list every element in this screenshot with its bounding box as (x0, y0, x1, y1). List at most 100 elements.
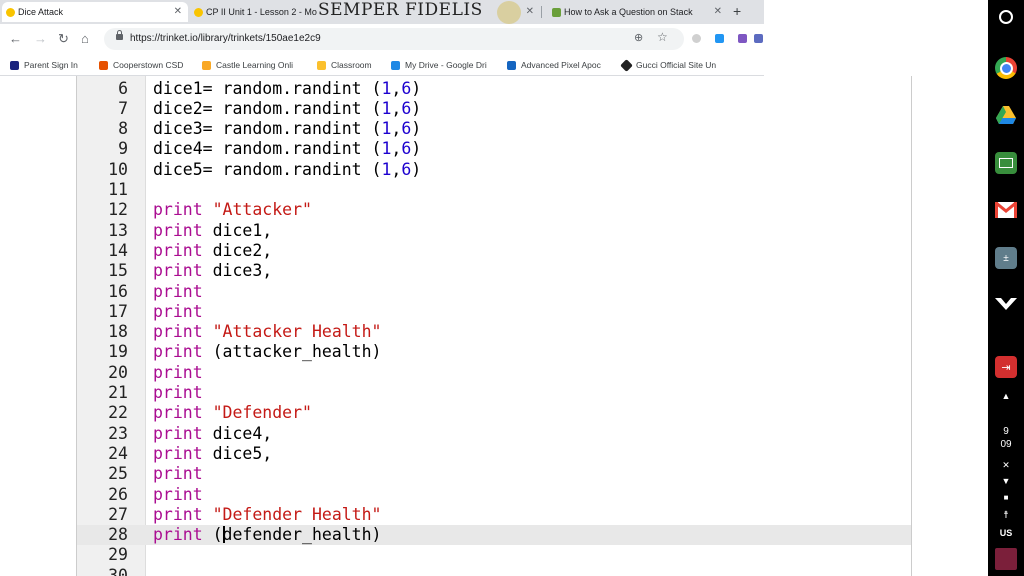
code-text[interactable]: dice1= random.randint (1,6) (153, 79, 421, 99)
code-text[interactable]: print dice3, (153, 261, 272, 281)
battery-icon[interactable]: ■ (988, 493, 1024, 502)
code-token: ) (411, 98, 422, 118)
code-line[interactable]: 7 dice2= random.randint (1,6) (77, 99, 911, 119)
gmail-icon[interactable] (995, 199, 1017, 221)
keyword-token: print (153, 362, 203, 382)
code-line[interactable]: 22 print "Defender" (77, 403, 911, 423)
code-text[interactable]: print (153, 383, 203, 403)
extension-icon[interactable] (754, 34, 763, 43)
code-text[interactable]: print "Defender Health" (153, 505, 382, 525)
code-line[interactable]: 30 (77, 566, 911, 576)
code-text[interactable]: dice4= random.randint (1,6) (153, 139, 421, 159)
code-text[interactable]: print dice1, (153, 221, 272, 241)
code-line[interactable]: 25 print (77, 464, 911, 484)
zoom-icon[interactable]: ⊕ (634, 31, 643, 44)
launcher-icon[interactable] (999, 10, 1013, 24)
number-token: 6 (401, 159, 412, 179)
bookmark-cooperstown[interactable]: Cooperstown CSD (99, 58, 183, 72)
bookmark-star-icon[interactable]: ☆ (657, 30, 668, 44)
drive-icon (391, 60, 400, 70)
code-line[interactable]: 27 print "Defender Health" (77, 505, 911, 525)
code-text[interactable]: dice2= random.randint (1,6) (153, 99, 421, 119)
bookmark-parent-sign-in[interactable]: Parent Sign In (10, 58, 78, 72)
code-text[interactable]: print (153, 485, 203, 505)
reload-icon[interactable]: ↻ (58, 31, 69, 47)
line-number: 22 (108, 403, 128, 423)
accessibility-icon[interactable]: ☨ (988, 510, 1024, 521)
extension-icon[interactable] (692, 34, 701, 43)
code-text[interactable]: print "Defender" (153, 403, 312, 423)
code-text[interactable]: print dice2, (153, 241, 272, 261)
bookmark-my-drive[interactable]: My Drive - Google Dri (391, 58, 487, 72)
code-text[interactable]: print dice4, (153, 424, 272, 444)
forward-arrow-icon[interactable]: → (34, 31, 47, 46)
close-tab-icon[interactable]: ✕ (526, 6, 534, 17)
wifi-icon[interactable]: ▼ (988, 476, 1024, 486)
code-text[interactable]: print dice5, (153, 444, 272, 464)
url-text[interactable]: https://trinket.io/library/trinkets/150a… (130, 33, 321, 44)
code-text[interactable]: print (153, 464, 203, 484)
new-tab-button[interactable]: + (733, 3, 741, 19)
code-line[interactable]: 6 dice1= random.randint (1,6) (77, 79, 911, 99)
code-line[interactable]: 13 print dice1, (77, 221, 911, 241)
code-line[interactable]: 14 print dice2, (77, 241, 911, 261)
code-line[interactable]: 17 print (77, 302, 911, 322)
code-text[interactable]: print (defender_health) (153, 525, 382, 545)
code-text[interactable]: print (153, 363, 203, 383)
sign-out-icon[interactable]: ⇥ (995, 356, 1017, 378)
tab-dice-attack[interactable]: Dice Attack ✕ (2, 2, 188, 22)
air-force-icon[interactable] (995, 293, 1017, 315)
bookmark-classroom[interactable]: Classroom (317, 58, 372, 72)
bookmark-castle-learning[interactable]: Castle Learning Onli (202, 58, 293, 72)
number-token: 6 (401, 119, 412, 139)
code-line[interactable]: 9 dice4= random.randint (1,6) (77, 139, 911, 159)
code-editor[interactable]: 6 dice1= random.randint (1,6) 7 dice2= rand… (76, 76, 912, 576)
code-line[interactable]: 28 print (defender_health) (77, 525, 911, 546)
code-line[interactable]: 20 print (77, 363, 911, 383)
code-text[interactable]: dice5= random.randint (1,6) (153, 160, 421, 180)
extension-icon[interactable] (738, 34, 747, 43)
code-line[interactable]: 21 print (77, 383, 911, 403)
code-line[interactable]: 11 (77, 180, 911, 200)
line-number: 9 (118, 139, 128, 159)
calculator-icon[interactable]: ± (995, 247, 1017, 269)
user-avatar[interactable] (995, 548, 1017, 570)
code-line[interactable]: 10 dice5= random.randint (1,6) (77, 160, 911, 180)
code-text[interactable]: print (153, 282, 203, 302)
code-token: ( (202, 525, 223, 545)
code-line[interactable]: 29 (77, 545, 911, 565)
code-line[interactable]: 15 print dice3, (77, 261, 911, 281)
code-line[interactable]: 12 print "Attacker" (77, 200, 911, 220)
clock-minute[interactable]: 09 (988, 439, 1024, 450)
back-arrow-icon[interactable]: ← (9, 31, 22, 46)
notification-bell-icon[interactable]: ▲ (988, 391, 1024, 401)
code-text[interactable]: dice3= random.randint (1,6) (153, 119, 421, 139)
code-text[interactable]: print "Attacker Health" (153, 322, 382, 342)
clock-hour[interactable]: 9 (988, 426, 1024, 437)
volume-muted-icon[interactable]: ✕ (988, 460, 1024, 471)
tab-title: Dice Attack (18, 7, 64, 17)
google-classroom-icon[interactable] (995, 152, 1017, 174)
code-line[interactable]: 18 print "Attacker Health" (77, 322, 911, 342)
code-line[interactable]: 26 print (77, 485, 911, 505)
code-text[interactable]: print "Attacker" (153, 200, 312, 220)
number-token: 1 (381, 78, 392, 98)
code-text[interactable]: print (attacker_health) (153, 342, 381, 362)
tab-stack-overflow[interactable]: How to Ask a Question on Stack ✕ (548, 2, 728, 22)
close-tab-icon[interactable]: ✕ (174, 6, 182, 17)
code-text[interactable]: print (153, 302, 203, 322)
code-line[interactable]: 8 dice3= random.randint (1,6) (77, 119, 911, 139)
home-icon[interactable]: ⌂ (81, 31, 89, 46)
address-bar[interactable]: https://trinket.io/library/trinkets/150a… (104, 28, 684, 50)
locale-indicator[interactable]: US (988, 528, 1024, 538)
code-line[interactable]: 23 print dice4, (77, 424, 911, 444)
code-line[interactable]: 19 print (attacker_health) (77, 342, 911, 362)
code-line[interactable]: 16 print (77, 282, 911, 302)
code-line[interactable]: 24 print dice5, (77, 444, 911, 464)
close-tab-icon[interactable]: ✕ (714, 6, 722, 17)
extension-icon[interactable] (715, 34, 724, 43)
chrome-icon[interactable] (995, 57, 1017, 79)
bookmark-gucci[interactable]: Gucci Official Site Un (620, 58, 716, 72)
bookmark-pixel-apoc[interactable]: Advanced Pixel Apoc (507, 58, 601, 72)
google-drive-icon[interactable] (995, 104, 1017, 126)
